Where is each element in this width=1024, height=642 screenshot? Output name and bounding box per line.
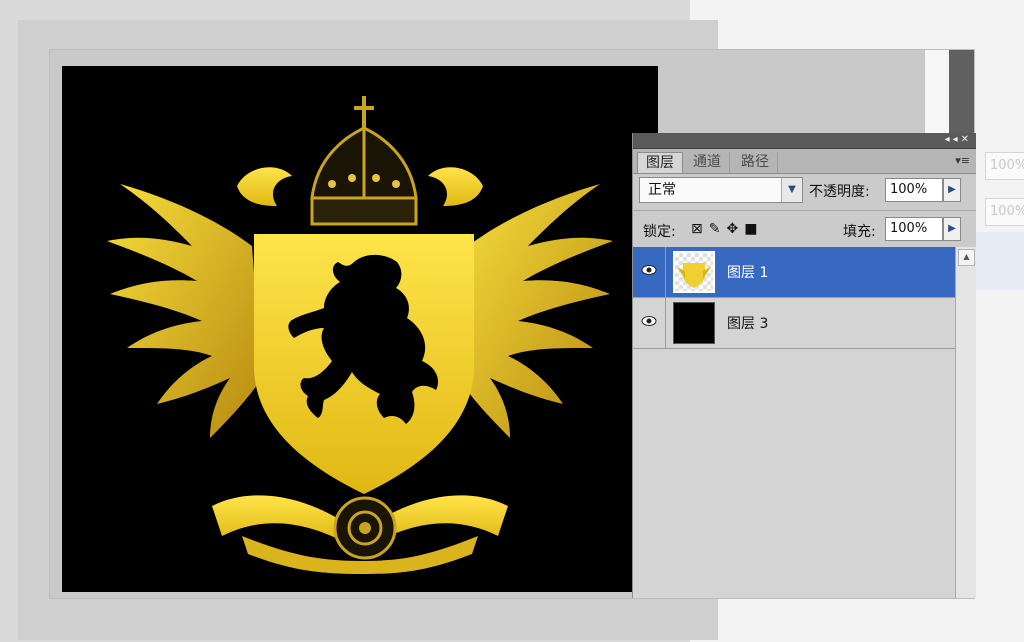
lock-label: 锁定: [643,224,676,240]
move-icon[interactable]: ✥ [726,221,738,237]
tab-layers[interactable]: 图层 [637,152,683,173]
divider [665,298,666,349]
eye-icon[interactable] [641,313,657,329]
layers-panel: ◂◂✕ 图层 通道 路径 ▾≡ 正常 ▼ 不透明度: 100% ▶ 锁定: ⊠ ✎… [632,133,976,598]
opacity-slider-button[interactable]: ▶ [943,178,961,202]
fill-slider-button[interactable]: ▶ [943,217,961,241]
right-wing [458,184,613,438]
divider [665,247,666,298]
brush-icon[interactable]: ✎ [709,221,721,237]
tab-paths[interactable]: 路径 [733,152,778,173]
layer-name: 图层 1 [727,265,769,281]
layer-name: 图层 3 [727,316,769,332]
crown [310,96,418,226]
panel-tab-row: 图层 通道 路径 ▾≡ [633,149,976,174]
collapse-icon[interactable]: ◂◂ [945,134,961,145]
layers-list: 图层 1 图层 3 [633,247,955,598]
background-fill-field: 100% [985,198,1024,226]
layer-row[interactable]: 图层 3 [633,298,955,349]
blend-mode-value: 正常 [648,182,676,198]
eye-icon[interactable] [641,262,657,278]
blend-mode-select[interactable]: 正常 ▼ [639,177,803,203]
fill-input[interactable]: 100% [885,217,943,241]
document-canvas[interactable] [62,66,658,592]
scroll-up-icon[interactable]: ▲ [958,249,975,266]
black-thumbnail [673,302,715,344]
background-opacity-field: 100% [985,152,1024,180]
lock-icon[interactable]: ■ [744,221,757,237]
fill-label: 填充: [843,224,876,240]
tab-channels[interactable]: 通道 [685,152,730,173]
background-selection [974,232,1024,290]
panel-titlebar: ◂◂✕ [633,133,976,149]
layer-row[interactable]: 图层 1 [633,247,955,298]
lock-options: ⊠ ✎ ✥ ■ [691,221,763,237]
close-icon[interactable]: ✕ [961,134,972,145]
divider [633,210,976,211]
layers-scrollbar[interactable]: ▲ [955,247,976,598]
lock-transparency-icon[interactable]: ⊠ [691,221,703,237]
opacity-label: 不透明度: [809,184,870,200]
chevron-down-icon[interactable]: ▼ [781,178,802,202]
opacity-input[interactable]: 100% [885,178,943,202]
crest-thumbnail [673,251,715,293]
panel-menu-icon[interactable]: ▾≡ [955,154,970,167]
crest-artwork [107,96,613,574]
medallion [333,496,397,560]
left-wing [107,184,262,438]
